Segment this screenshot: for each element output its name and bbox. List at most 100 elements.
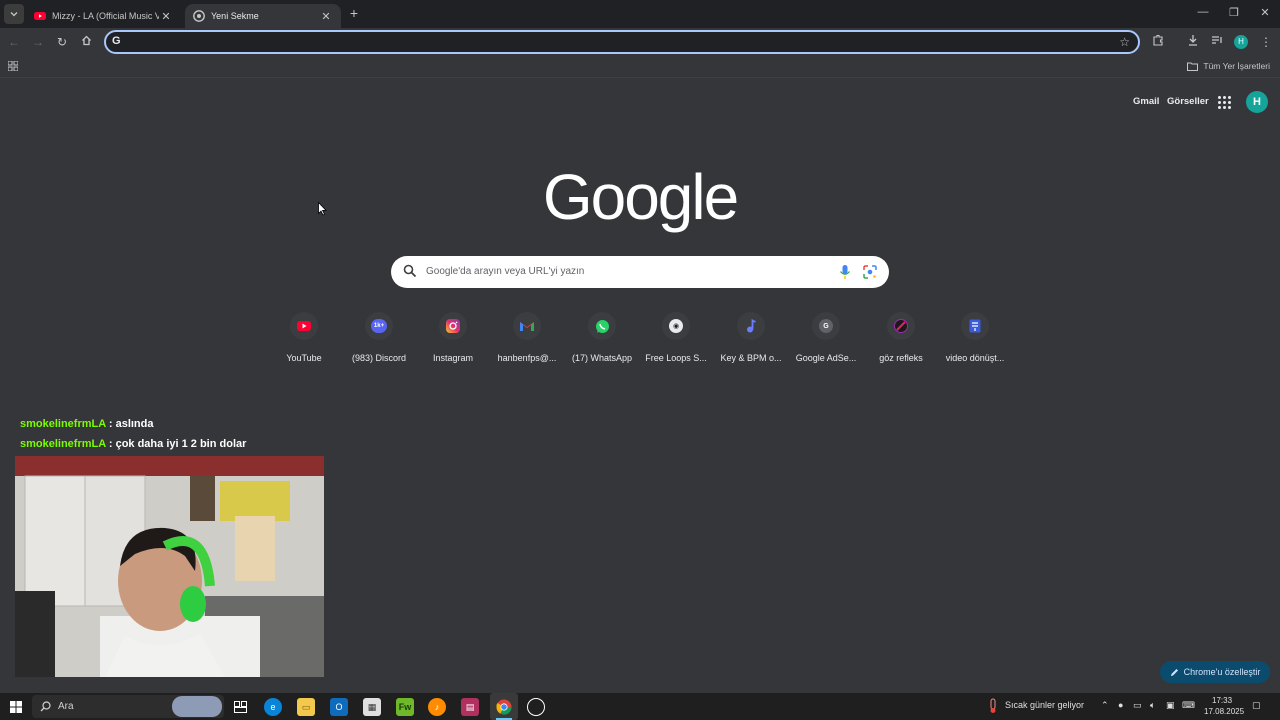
- winrar-icon[interactable]: ▤: [461, 698, 479, 716]
- windows-start-icon[interactable]: [7, 698, 25, 716]
- taskbar: Ara e ▭ O ▦ Fw ♪ ▤ Sıcak günler geliyor …: [0, 693, 1280, 720]
- edge-icon[interactable]: e: [264, 698, 282, 716]
- shortcut-reflex[interactable]: göz refleks: [864, 312, 938, 363]
- tab-youtube[interactable]: Mizzy - LA (Official Music Video) ✕: [26, 4, 181, 28]
- shortcut-whatsapp[interactable]: (17) WhatsApp: [565, 312, 639, 363]
- show-hidden-icons-icon[interactable]: ⌃: [1101, 700, 1109, 711]
- youtube-icon: [34, 12, 46, 20]
- microphone-icon[interactable]: [839, 264, 851, 280]
- shortcut-circle: [887, 312, 915, 340]
- chrome-icon: [193, 10, 205, 22]
- profile-avatar[interactable]: H: [1246, 91, 1268, 113]
- shortcut-circle: [737, 312, 765, 340]
- chat-username: smokelinefrmLA: [20, 438, 106, 450]
- shortcut-youtube[interactable]: YouTube: [267, 312, 341, 363]
- fw-app-icon[interactable]: Fw: [396, 698, 414, 716]
- pencil-icon: [1170, 668, 1178, 676]
- close-tab-icon[interactable]: ✕: [319, 10, 333, 23]
- home-icon[interactable]: [78, 34, 94, 50]
- search-icon: [40, 701, 51, 712]
- google-lens-icon[interactable]: [863, 265, 877, 279]
- shortcut-label: Google AdSe...: [795, 353, 857, 363]
- customize-chrome-label: Chrome'u özelleştir: [1183, 667, 1261, 677]
- clock-date[interactable]: 17.08.2025: [1204, 707, 1244, 716]
- close-tab-icon[interactable]: ✕: [159, 10, 173, 23]
- shortcut-instagram[interactable]: Instagram: [416, 312, 490, 363]
- media-control-icon[interactable]: [1209, 34, 1225, 50]
- tab-strip: Mizzy - LA (Official Music Video) ✕ Yeni…: [0, 0, 1280, 28]
- shortcut-label: (17) WhatsApp: [571, 353, 633, 363]
- shortcut-label: hanbenfps@...: [497, 353, 557, 363]
- gmail-link[interactable]: Gmail: [1133, 96, 1159, 107]
- address-bar[interactable]: G ☆: [104, 30, 1140, 54]
- tab-title: Mizzy - LA (Official Music Video): [52, 11, 159, 21]
- camera-tray-icon[interactable]: ▣: [1166, 700, 1175, 711]
- all-bookmarks-label: Tüm Yer İşaretleri: [1203, 61, 1270, 71]
- shortcut-label: (983) Discord: [351, 353, 407, 363]
- customize-chrome-button[interactable]: Chrome'u özelleştir: [1160, 661, 1270, 683]
- all-bookmarks-button[interactable]: Tüm Yer İşaretleri: [1187, 61, 1270, 71]
- outlook-icon[interactable]: O: [330, 698, 348, 716]
- shortcut-adsense[interactable]: G Google AdSe...: [789, 312, 863, 363]
- shortcut-discord[interactable]: 1k+ (983) Discord: [342, 312, 416, 363]
- shortcut-key-bpm[interactable]: Key & BPM o...: [714, 312, 788, 363]
- download-icon[interactable]: [1185, 34, 1201, 50]
- weather-text[interactable]: Sıcak günler geliyor: [1005, 700, 1084, 710]
- shortcut-label: YouTube: [286, 353, 322, 363]
- shortcut-circle: 1k+: [365, 312, 393, 340]
- key-bpm-icon: [747, 319, 756, 333]
- volume-icon[interactable]: 🔈︎: [1150, 700, 1155, 711]
- minimize-icon[interactable]: —: [1196, 6, 1210, 18]
- bookmarks-bar: Tüm Yer İşaretleri: [0, 56, 1280, 78]
- chat-message: smokelinefrmLA : aslında: [20, 418, 153, 430]
- notifications-icon[interactable]: ▢: [1252, 700, 1261, 711]
- reload-icon[interactable]: ↻: [54, 34, 70, 50]
- reflex-icon: [894, 319, 908, 333]
- taskbar-search[interactable]: Ara: [32, 695, 224, 718]
- file-explorer-icon[interactable]: ▭: [297, 698, 315, 716]
- chat-separator: :: [105, 418, 116, 430]
- network-icon[interactable]: ▭: [1133, 700, 1142, 711]
- restore-icon[interactable]: ❐: [1227, 6, 1241, 19]
- obs-icon[interactable]: [527, 698, 545, 716]
- profile-avatar-small[interactable]: H: [1234, 35, 1248, 49]
- shortcut-circle: [290, 312, 318, 340]
- window-close-icon[interactable]: ✕: [1258, 6, 1272, 19]
- tab-title: Yeni Sekme: [211, 11, 259, 21]
- clock-time[interactable]: 17:33: [1212, 696, 1232, 705]
- chat-text: aslında: [115, 418, 154, 430]
- menu-icon[interactable]: ⋮: [1258, 34, 1274, 50]
- weather-icon: [988, 698, 998, 719]
- tab-new-tab[interactable]: Yeni Sekme ✕: [185, 4, 341, 28]
- search-placeholder: Google'da arayın veya URL'yi yazın: [426, 266, 585, 277]
- search-box[interactable]: Google'da arayın veya URL'yi yazın: [391, 256, 889, 288]
- back-icon[interactable]: ←: [6, 34, 22, 50]
- taskbar-search-label: Ara: [58, 701, 74, 712]
- keyboard-icon[interactable]: ⌨︎: [1182, 700, 1195, 711]
- task-view-icon[interactable]: [231, 698, 249, 716]
- google-apps-icon[interactable]: [1218, 96, 1231, 109]
- gmail-icon: [520, 321, 534, 331]
- microphone-tray-icon[interactable]: ●: [1118, 700, 1123, 710]
- shortcut-circle: [961, 312, 989, 340]
- forward-icon[interactable]: →: [30, 34, 46, 50]
- extensions-icon[interactable]: [1150, 34, 1166, 50]
- free-loops-icon: ◉: [669, 319, 683, 333]
- fl-studio-icon[interactable]: ♪: [428, 698, 446, 716]
- webcam-overlay: [15, 456, 324, 677]
- images-link[interactable]: Görseller: [1167, 96, 1209, 107]
- chevron-down-icon: [10, 12, 18, 17]
- shortcut-video-converter[interactable]: video dönüşt...: [938, 312, 1012, 363]
- mouse-cursor-icon: [318, 202, 327, 216]
- bookmark-star-icon[interactable]: ☆: [1119, 35, 1130, 49]
- apps-grid-icon[interactable]: [8, 61, 18, 71]
- chat-separator: :: [105, 438, 116, 450]
- shortcut-gmail[interactable]: hanbenfps@...: [490, 312, 564, 363]
- tab-search-button[interactable]: [4, 4, 24, 24]
- chrome-taskbar-button[interactable]: [490, 693, 518, 720]
- store-icon[interactable]: ▦: [363, 698, 381, 716]
- chat-message: smokelinefrmLA : çok daha iyi 1 2 bin do…: [20, 438, 246, 450]
- new-tab-button[interactable]: +: [346, 5, 362, 21]
- shortcut-circle: G: [812, 312, 840, 340]
- shortcut-free-loops[interactable]: ◉ Free Loops S...: [639, 312, 713, 363]
